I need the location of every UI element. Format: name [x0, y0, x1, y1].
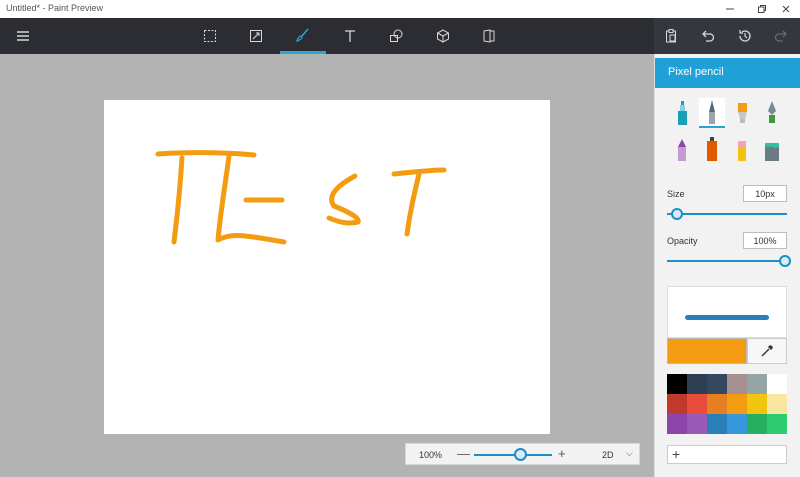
select-tool-button[interactable]	[187, 18, 233, 54]
brush-panel: Pixel pencil Size 10px Opacity 100% +	[654, 54, 800, 477]
brush-icon	[296, 28, 309, 42]
history-icon	[739, 30, 751, 42]
palette-swatch[interactable]	[747, 374, 767, 394]
close-button[interactable]	[772, 0, 800, 18]
text-icon	[345, 30, 355, 42]
size-label: Size	[667, 189, 685, 199]
eyedropper-button[interactable]	[747, 338, 787, 364]
chevron-down-icon[interactable]: ⌵	[626, 448, 633, 459]
panel-title: Pixel pencil	[655, 58, 800, 88]
current-color-swatch[interactable]	[667, 338, 747, 364]
palette-swatch[interactable]	[667, 374, 687, 394]
palette-swatch[interactable]	[767, 374, 787, 394]
canvas-icon	[483, 29, 495, 43]
brush-preview-stroke	[685, 315, 769, 320]
fill-bucket-icon	[765, 143, 779, 161]
view-mode-select[interactable]: 2D	[602, 450, 614, 460]
fill-bucket-brush[interactable]	[759, 134, 785, 164]
colored-pencil-brush[interactable]	[669, 134, 695, 164]
pencil-icon	[709, 100, 715, 124]
close-icon	[782, 5, 790, 13]
palette-swatch[interactable]	[667, 414, 687, 434]
drawn-test-text	[155, 150, 447, 245]
crop-icon	[250, 30, 262, 42]
colored-pencil-icon	[678, 139, 686, 161]
drawing-canvas[interactable]	[104, 100, 550, 434]
crop-tool-button[interactable]	[233, 18, 279, 54]
shapes-tool-button[interactable]	[373, 18, 419, 54]
size-value-input[interactable]: 10px	[743, 185, 787, 202]
calligraphy-pen-icon	[768, 101, 776, 123]
palette-swatch[interactable]	[727, 374, 747, 394]
spray-can-brush[interactable]	[699, 134, 725, 164]
brush-preview	[667, 286, 787, 338]
brush-tool-button[interactable]	[280, 18, 326, 54]
zoom-out-button[interactable]: —	[457, 446, 470, 461]
zoom-percentage[interactable]: 100%	[419, 450, 442, 460]
marker-icon	[678, 101, 687, 125]
select-icon	[204, 30, 216, 42]
window-title: Untitled* - Paint Preview	[6, 3, 104, 13]
restore-icon	[758, 5, 766, 13]
zoom-bar: 100% — + 2D ⌵	[405, 443, 640, 465]
text-tool-button[interactable]	[327, 18, 373, 54]
minimize-button[interactable]	[716, 0, 744, 18]
opacity-value-input[interactable]: 100%	[743, 232, 787, 249]
size-slider-track[interactable]	[667, 213, 787, 215]
palette-swatch[interactable]	[707, 414, 727, 434]
minimize-icon	[726, 8, 734, 10]
paste-icon	[666, 29, 676, 43]
pixel-pencil-brush[interactable]	[699, 98, 725, 128]
spray-can-icon	[707, 137, 717, 161]
crayon-icon	[738, 103, 747, 123]
palette-swatch[interactable]	[767, 414, 787, 434]
cube-icon	[437, 29, 449, 43]
canvas-tool-button[interactable]	[466, 18, 512, 54]
redo-icon	[774, 30, 787, 42]
title-bar: Untitled* - Paint Preview	[0, 0, 800, 18]
size-slider-thumb[interactable]	[670, 208, 683, 220]
menu-button[interactable]	[0, 18, 46, 54]
add-color-button[interactable]: +	[667, 445, 787, 464]
palette-swatch[interactable]	[687, 394, 707, 414]
drawing-strokes	[155, 150, 447, 245]
crayon-brush[interactable]	[729, 98, 755, 128]
calligraphy-pen-brush[interactable]	[759, 98, 785, 128]
palette-swatch[interactable]	[687, 414, 707, 434]
color-palette	[667, 374, 787, 434]
redo-button[interactable]	[758, 18, 800, 54]
marker-brush[interactable]	[669, 98, 695, 128]
palette-swatch[interactable]	[727, 394, 747, 414]
eraser-icon	[738, 141, 746, 161]
palette-swatch[interactable]	[727, 414, 747, 434]
palette-swatch[interactable]	[667, 394, 687, 414]
zoom-in-button[interactable]: +	[558, 446, 566, 461]
palette-swatch[interactable]	[747, 394, 767, 414]
zoom-slider-thumb[interactable]	[513, 448, 527, 461]
eyedropper-icon	[761, 345, 773, 357]
palette-swatch[interactable]	[687, 374, 707, 394]
toolbar	[0, 18, 800, 54]
3d-objects-tool-button[interactable]	[420, 18, 466, 54]
opacity-slider-track[interactable]	[667, 260, 787, 262]
opacity-label: Opacity	[667, 236, 698, 246]
hamburger-icon	[17, 31, 29, 41]
palette-swatch[interactable]	[707, 394, 727, 414]
palette-swatch[interactable]	[767, 394, 787, 414]
opacity-slider-thumb[interactable]	[779, 255, 791, 267]
eraser-brush[interactable]	[729, 134, 755, 164]
shapes-icon	[390, 29, 403, 42]
palette-swatch[interactable]	[707, 374, 727, 394]
palette-swatch[interactable]	[747, 414, 767, 434]
undo-icon	[702, 30, 715, 42]
